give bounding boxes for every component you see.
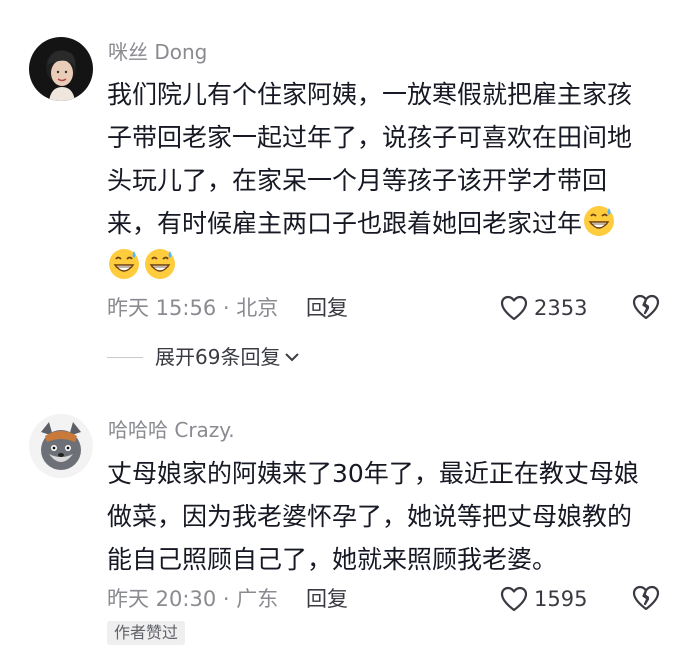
chevron-down-icon: [285, 353, 300, 362]
comment-timestamp-location: 昨天 20:30 · 广东: [107, 587, 279, 611]
broken-heart-icon: [632, 294, 660, 320]
like-count: 2353: [534, 296, 588, 320]
avatar[interactable]: [29, 414, 93, 478]
comment-timestamp-location: 昨天 15:56 · 北京: [107, 296, 279, 320]
emoji-row: [107, 245, 667, 288]
comment-text-segment: 来，有时候雇主两口子也跟着她回老家过年: [107, 209, 583, 238]
expand-replies-button[interactable]: 展开69条回复: [107, 344, 301, 370]
comment-text-line-with-emoji: 来，有时候雇主两口子也跟着她回老家过年: [107, 202, 667, 245]
comment-text: 丈母娘家的阿姨来了30年了，最近正在教丈母娘 做菜，因为我老婆怀孕了，她说等把丈…: [107, 452, 667, 581]
comment-text-line: 子带回老家一起过年了，说孩子可喜欢在田间地: [107, 123, 633, 152]
comment-text-line: 丈母娘家的阿姨来了30年了，最近正在教丈母娘: [107, 459, 639, 488]
comment-text-line: 能自己照顾自己了，她就来照顾我老婆。: [107, 545, 558, 574]
heart-icon: [500, 295, 528, 321]
heart-icon: [500, 586, 528, 612]
author-liked-badge: 作者赞过: [107, 621, 186, 645]
grin-sweat-emoji-icon: [143, 247, 177, 281]
comment-text: 我们院儿有个住家阿姨，一放寒假就把雇主家孩 子带回老家一起过年了，说孩子可喜欢在…: [107, 73, 667, 288]
username[interactable]: 哈哈哈 Crazy.: [108, 418, 235, 442]
grin-sweat-emoji-icon: [107, 247, 141, 281]
dislike-button[interactable]: [632, 585, 660, 615]
broken-heart-icon: [632, 585, 660, 611]
comment-text-line: 我们院儿有个住家阿姨，一放寒假就把雇主家孩: [107, 80, 633, 109]
comment-text-line: 做菜，因为我老婆怀孕了，她说等把丈母娘教的: [107, 502, 633, 531]
username[interactable]: 咪丝 Dong: [108, 40, 207, 64]
dislike-button[interactable]: [632, 294, 660, 324]
comment-text-line: 头玩儿了，在家呆一个月等孩子该开学才带回: [107, 166, 608, 195]
reply-button[interactable]: 回复: [306, 294, 348, 322]
expand-replies-label: 展开69条回复: [155, 345, 281, 369]
avatar[interactable]: [29, 37, 93, 101]
reply-button[interactable]: 回复: [306, 585, 348, 613]
grin-sweat-emoji-icon: [582, 204, 616, 238]
like-count: 1595: [534, 587, 588, 611]
like-button[interactable]: 2353: [500, 294, 587, 322]
divider: [107, 356, 143, 358]
like-button[interactable]: 1595: [500, 585, 587, 613]
